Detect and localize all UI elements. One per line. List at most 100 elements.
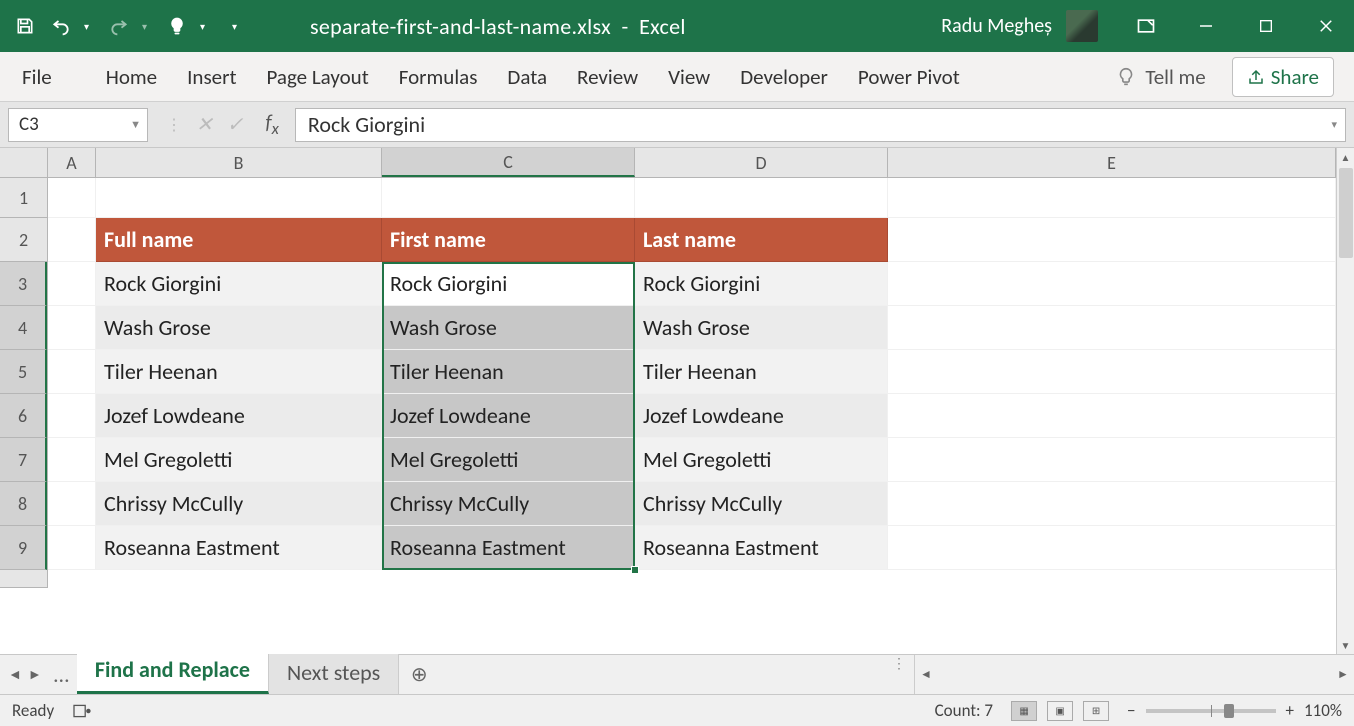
redo-dropdown-icon[interactable]: ▾ — [142, 20, 154, 33]
row-header-1[interactable]: 1 — [0, 178, 47, 218]
row-header-8[interactable]: 8 — [0, 482, 47, 526]
cell[interactable]: Roseanna Eastment — [96, 526, 382, 570]
view-page-layout-icon[interactable]: ▣ — [1047, 701, 1073, 721]
col-header-c[interactable]: C — [382, 148, 635, 177]
maximize-button[interactable] — [1250, 10, 1282, 42]
zoom-slider[interactable] — [1146, 709, 1276, 713]
zoom-level[interactable]: 110% — [1304, 700, 1342, 721]
row-header-5[interactable]: 5 — [0, 350, 47, 394]
tab-data[interactable]: Data — [505, 58, 549, 96]
cell[interactable]: Wash Grose — [382, 306, 635, 350]
formula-expand-icon[interactable]: ⋮ — [166, 115, 182, 135]
tab-nav-prev-icon[interactable]: ◄ — [8, 666, 22, 683]
cell[interactable]: Mel Gregoletti — [96, 438, 382, 482]
cell[interactable]: Roseanna Eastment — [635, 526, 888, 570]
cell[interactable]: Chrissy McCully — [382, 482, 635, 526]
tab-developer[interactable]: Developer — [738, 58, 830, 96]
col-header-d[interactable]: D — [635, 148, 888, 177]
cell[interactable]: Chrissy McCully — [96, 482, 382, 526]
undo-dropdown-icon[interactable]: ▾ — [84, 20, 96, 33]
tab-file[interactable]: File — [20, 58, 54, 96]
horizontal-scrollbar[interactable]: ◄ ► — [914, 655, 1354, 694]
lightbulb-icon[interactable] — [164, 13, 190, 39]
save-icon[interactable] — [12, 13, 38, 39]
row-header-2[interactable]: 2 — [0, 218, 47, 262]
tab-view[interactable]: View — [666, 58, 712, 96]
scroll-right-icon[interactable]: ► — [1332, 655, 1354, 694]
cell[interactable]: Mel Gregoletti — [382, 438, 635, 482]
row-header-3[interactable]: 3 — [0, 262, 47, 306]
redo-icon[interactable] — [106, 13, 132, 39]
scroll-down-icon[interactable]: ▼ — [1337, 636, 1354, 654]
cell[interactable]: Rock Giorgini — [96, 262, 382, 306]
row-header-9[interactable]: 9 — [0, 526, 47, 570]
user-name[interactable]: Radu Megheș — [941, 14, 1052, 38]
accept-formula-icon[interactable]: ✓ — [227, 112, 244, 137]
cell[interactable]: Rock Giorgini — [635, 262, 888, 306]
tab-page-layout[interactable]: Page Layout — [264, 58, 370, 96]
zoom-out-icon[interactable]: − — [1127, 700, 1135, 721]
table-header[interactable]: Full name — [96, 218, 382, 262]
user-avatar[interactable] — [1066, 10, 1098, 42]
row-header-6[interactable]: 6 — [0, 394, 47, 438]
select-all-button[interactable] — [0, 148, 48, 177]
cell[interactable]: Tiler Heenan — [635, 350, 888, 394]
fx-icon[interactable]: fx — [266, 111, 279, 139]
cancel-formula-icon[interactable]: ✕ — [196, 112, 213, 137]
cell[interactable]: Tiler Heenan — [382, 350, 635, 394]
undo-icon[interactable] — [48, 13, 74, 39]
qat-customize-icon[interactable]: ▾ — [232, 20, 244, 33]
cell[interactable]: Mel Gregoletti — [635, 438, 888, 482]
tab-review[interactable]: Review — [575, 58, 640, 96]
share-button[interactable]: Share — [1232, 57, 1334, 97]
cell[interactable]: Roseanna Eastment — [382, 526, 635, 570]
cells-area[interactable]: Full name First name Last name Rock Gior… — [48, 178, 1336, 654]
col-header-e[interactable]: E — [888, 148, 1336, 177]
cell[interactable]: Jozef Lowdeane — [96, 394, 382, 438]
name-box[interactable]: C3▼ — [8, 108, 148, 142]
tab-insert[interactable]: Insert — [185, 58, 238, 96]
scroll-up-icon[interactable]: ▲ — [1337, 148, 1354, 166]
zoom-control[interactable]: − + 110% — [1127, 700, 1342, 721]
cell[interactable]: Jozef Lowdeane — [382, 394, 635, 438]
row-header-4[interactable]: 4 — [0, 306, 47, 350]
tab-formulas[interactable]: Formulas — [397, 58, 480, 96]
macro-record-icon[interactable] — [72, 703, 92, 719]
close-button[interactable] — [1310, 10, 1342, 42]
cell[interactable]: Chrissy McCully — [635, 482, 888, 526]
zoom-in-icon[interactable]: + — [1286, 700, 1294, 721]
minimize-button[interactable] — [1190, 10, 1222, 42]
formula-expand-dd-icon[interactable]: ▾ — [1331, 118, 1337, 131]
new-sheet-button[interactable]: ⊕ — [399, 655, 439, 694]
row-header-7[interactable]: 7 — [0, 438, 47, 482]
col-header-a[interactable]: A — [48, 148, 96, 177]
spreadsheet-grid[interactable]: A B C D E 1 2 3 4 5 6 7 8 9 Full name Fi… — [0, 148, 1354, 654]
cell[interactable]: Wash Grose — [635, 306, 888, 350]
col-header-b[interactable]: B — [96, 148, 382, 177]
scroll-left-icon[interactable]: ◄ — [915, 655, 937, 694]
cell[interactable]: Jozef Lowdeane — [635, 394, 888, 438]
sheet-tab[interactable]: Next steps — [269, 652, 399, 694]
formula-input[interactable]: Rock Giorgini▾ — [295, 108, 1346, 142]
lightbulb-dropdown-icon[interactable]: ▾ — [200, 20, 212, 33]
tab-home[interactable]: Home — [104, 58, 159, 96]
sheet-tab-active[interactable]: Find and Replace — [77, 648, 269, 694]
cell[interactable]: Tiler Heenan — [96, 350, 382, 394]
row-header-10[interactable] — [0, 570, 47, 588]
cell[interactable]: Wash Grose — [96, 306, 382, 350]
view-page-break-icon[interactable]: ⊞ — [1083, 701, 1109, 721]
cell-active[interactable]: Rock Giorgini — [382, 262, 635, 306]
tab-nav-ellipsis[interactable]: … — [54, 661, 69, 688]
tab-nav-next-icon[interactable]: ► — [28, 666, 42, 683]
table-header[interactable]: First name — [382, 218, 635, 262]
tell-me-search[interactable]: Tell me — [1115, 64, 1205, 90]
ribbon-display-icon[interactable] — [1130, 10, 1162, 42]
vertical-scrollbar[interactable]: ▲ ▼ — [1336, 148, 1354, 654]
view-normal-icon[interactable]: ▦ — [1011, 701, 1037, 721]
tab-split-handle[interactable]: ⋮ — [884, 655, 914, 694]
scroll-thumb[interactable] — [1339, 168, 1353, 258]
table-header[interactable]: Last name — [635, 218, 888, 262]
tab-power-pivot[interactable]: Power Pivot — [856, 58, 962, 96]
sheet-tab-bar: ◄ ► … Find and Replace Next steps ⊕ ⋮ ◄ … — [0, 654, 1354, 694]
chevron-down-icon[interactable]: ▼ — [130, 118, 141, 131]
